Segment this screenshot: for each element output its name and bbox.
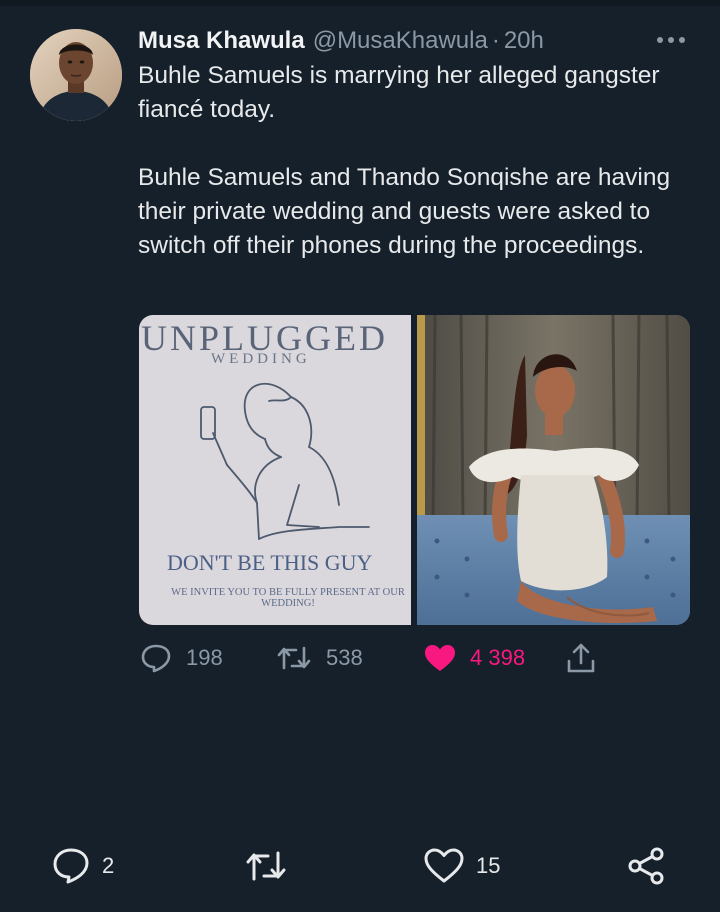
reply-icon [53, 848, 89, 884]
share-button[interactable] [566, 636, 596, 680]
retweet-button[interactable]: 538 [276, 636, 363, 680]
retweet-count: 538 [326, 645, 363, 670]
more-icon [657, 37, 685, 43]
media-image-invitation-card[interactable]: UNPLUGGED WEDDING DON'T BE THIS GUY WE I… [139, 315, 411, 625]
retweet-icon [277, 646, 311, 670]
avatar[interactable] [30, 29, 122, 121]
author-handle[interactable]: @MusaKhawula [313, 27, 488, 55]
share-nodes-icon [628, 847, 664, 885]
tweet-timestamp[interactable]: 20h [504, 27, 544, 55]
author-display-name[interactable]: Musa Khawula [138, 27, 305, 55]
invitation-card-headline: DON'T BE THIS GUY [167, 550, 373, 575]
invitation-card-subtitle: WEDDING [211, 351, 311, 367]
reply-button[interactable]: 198 [140, 636, 223, 680]
bottom-share-button[interactable] [626, 844, 666, 888]
top-divider [0, 0, 720, 6]
media-image-photo[interactable] [417, 315, 690, 625]
heart-icon [424, 848, 464, 883]
tweet-text-paragraph: Buhle Samuels is marrying her alleged ga… [138, 62, 660, 123]
heart-filled-icon [425, 645, 455, 671]
invitation-card-note: WE INVITE YOU TO BE FULLY PRESENT AT OUR… [171, 587, 405, 609]
bottom-actions-bar: 2 15 [0, 836, 720, 896]
bottom-like-button[interactable]: 15 [424, 844, 500, 888]
tweet-text-paragraph: Buhle Samuels and Thando Sonqishe are ha… [138, 164, 671, 259]
share-icon [567, 643, 595, 673]
bottom-reply-count: 2 [102, 853, 115, 878]
more-options-button[interactable] [652, 28, 690, 52]
tweet-body: Buhle Samuels is marrying her alleged ga… [138, 59, 698, 263]
reply-icon [141, 644, 171, 673]
like-count: 4 398 [470, 645, 526, 670]
retweet-icon [246, 851, 286, 881]
reply-count: 198 [186, 645, 223, 670]
avatar-photo [30, 29, 122, 121]
like-button[interactable]: 4 398 [424, 636, 525, 680]
tweet-actions: 198 538 4 398 [0, 636, 720, 680]
header-separator: · [491, 27, 500, 54]
tweet-media: UNPLUGGED WEDDING DON'T BE THIS GUY WE I… [139, 315, 690, 625]
bottom-like-count: 15 [476, 853, 501, 878]
photo-woman-white-dress [417, 315, 690, 625]
bottom-reply-button[interactable]: 2 [52, 844, 114, 888]
bottom-retweet-button[interactable] [244, 844, 288, 888]
tweet-header: Musa Khawula @MusaKhawula · 20h [138, 27, 544, 57]
